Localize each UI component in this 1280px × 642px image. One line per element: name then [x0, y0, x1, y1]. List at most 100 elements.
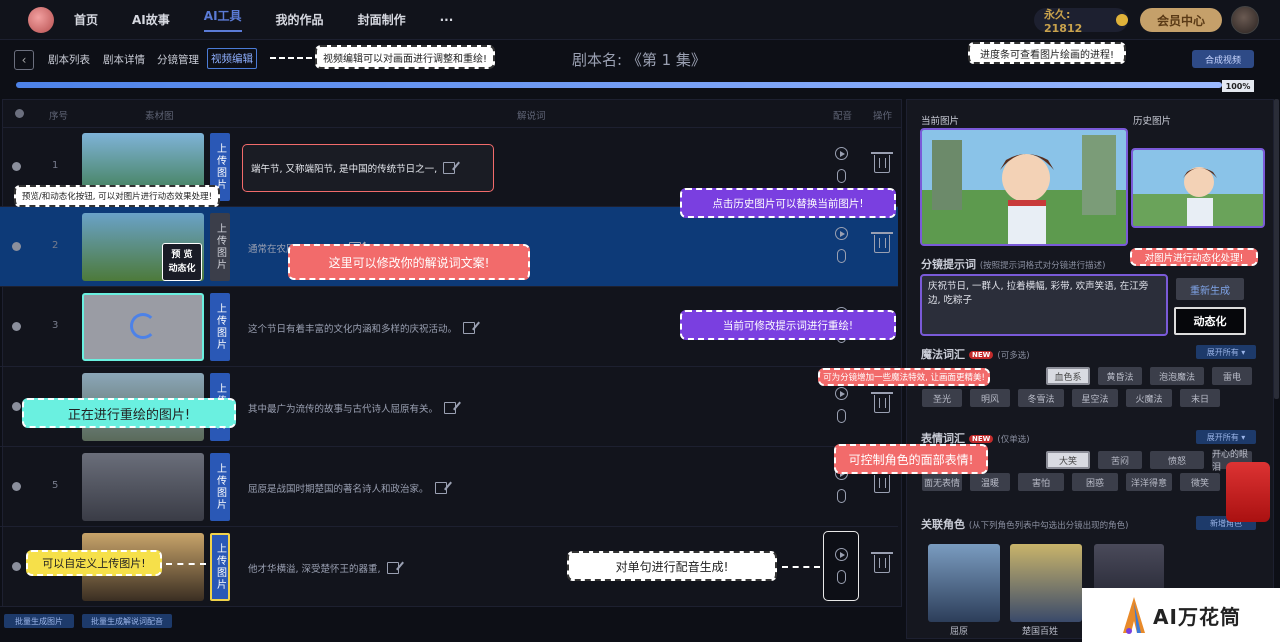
row-number: 5: [52, 480, 59, 491]
prompt-hint: (按照提示词格式对分镜进行描述): [979, 261, 1106, 271]
animate-button[interactable]: 动态化: [1174, 307, 1246, 335]
trash-icon[interactable]: [871, 232, 893, 253]
back-button[interactable]: ‹: [14, 50, 34, 70]
prompt-textarea[interactable]: 庆祝节日, 一群人, 拉着横幅, 彩带, 欢声笑语, 在江旁边, 吃粽子: [920, 274, 1168, 336]
note-animate-image: 对图片进行动态化处理!: [1130, 248, 1258, 266]
emotion-tag[interactable]: 面无表情: [922, 473, 962, 491]
new-badge: NEW: [969, 351, 994, 359]
points-badge: 永久: 21812: [1034, 8, 1128, 35]
batch-voice-button[interactable]: 批量生成解说词配音: [82, 614, 172, 628]
nav-my-works[interactable]: 我的作品: [276, 11, 324, 28]
row-radio[interactable]: [12, 242, 21, 251]
emotion-expand-button[interactable]: 展开所有 ▾: [1196, 430, 1256, 444]
narration-text: 其中最广为流传的故事与古代诗人屈原有关。: [248, 404, 439, 415]
nav-cover[interactable]: 封面制作: [358, 11, 406, 28]
emotion-tag[interactable]: 困惑: [1072, 473, 1118, 491]
narration-cell[interactable]: 屈原是战国时期楚国的著名诗人和政治家。: [248, 481, 447, 495]
tab-script-detail[interactable]: 剧本详情: [103, 52, 145, 67]
edit-icon[interactable]: [434, 482, 447, 494]
row-radio[interactable]: [12, 482, 21, 491]
app-logo[interactable]: [28, 6, 54, 33]
trash-icon[interactable]: [871, 152, 893, 173]
trash-icon[interactable]: [871, 392, 893, 413]
emotion-tag[interactable]: 洋洋得意: [1126, 473, 1172, 491]
scrollbar[interactable]: [1274, 99, 1279, 399]
emotion-tag[interactable]: 大笑: [1046, 451, 1090, 469]
magic-tag[interactable]: 雷电: [1212, 367, 1252, 385]
role-card-2[interactable]: [1010, 544, 1082, 622]
nav-home[interactable]: 首页: [74, 11, 98, 28]
trash-icon[interactable]: [871, 552, 893, 573]
tab-script-list[interactable]: 剧本列表: [48, 52, 90, 67]
tab-video-edit[interactable]: 视频编辑: [207, 48, 257, 69]
batch-image-button[interactable]: 批量生成图片: [4, 614, 74, 628]
emotion-tag[interactable]: 温暖: [970, 473, 1010, 491]
magic-tag[interactable]: 血色系: [1046, 367, 1090, 385]
note-single-voice: 对单句进行配音生成!: [567, 551, 777, 581]
emotion-tag[interactable]: 愤怒: [1150, 451, 1204, 469]
mic-icon[interactable]: [837, 409, 846, 423]
emotion-tag[interactable]: 苦闷: [1098, 451, 1142, 469]
prompt-title: 分镜提示词 (按照提示词格式对分镜进行描述): [921, 256, 1105, 272]
nav-ai-tools[interactable]: AI工具: [204, 7, 242, 32]
magic-tag[interactable]: 冬雪法: [1018, 389, 1064, 407]
progress-fill: [16, 82, 1222, 88]
emotion-tag[interactable]: 微笑: [1180, 473, 1220, 491]
narration-cell[interactable]: 端午节, 又称端阳节, 是中国的传统节日之一,: [242, 144, 494, 192]
upload-image-button[interactable]: 上传图片: [210, 533, 230, 601]
tab-storyboard[interactable]: 分镜管理: [157, 52, 199, 67]
upload-image-button[interactable]: 上传图片: [210, 453, 230, 521]
emotion-tag[interactable]: 害怕: [1018, 473, 1064, 491]
trash-icon[interactable]: [871, 472, 893, 493]
nav-more[interactable]: ···: [440, 13, 454, 27]
edit-icon[interactable]: [386, 562, 399, 574]
magic-tag[interactable]: 黄昏法: [1098, 367, 1142, 385]
edit-icon[interactable]: [443, 162, 456, 174]
role-name-1: 屈原: [950, 627, 969, 637]
play-icon[interactable]: [835, 227, 848, 240]
magic-tag[interactable]: 末日: [1180, 389, 1220, 407]
compose-video-button[interactable]: 合成视频: [1192, 50, 1254, 68]
narration-cell[interactable]: 其中最广为流传的故事与古代诗人屈原有关。: [248, 401, 457, 415]
mic-icon[interactable]: [837, 169, 846, 183]
row-radio[interactable]: [12, 562, 21, 571]
narration-cell[interactable]: 他才华横溢, 深受楚怀王的器重,: [248, 561, 399, 575]
upload-image-button[interactable]: 上传图片: [210, 213, 230, 281]
magic-expand-button[interactable]: 展开所有 ▾: [1196, 345, 1256, 359]
row-radio[interactable]: [12, 322, 21, 331]
edit-icon[interactable]: [463, 322, 476, 334]
select-all-radio[interactable]: [15, 109, 24, 118]
avatar[interactable]: [1231, 6, 1259, 34]
magic-tag[interactable]: 星空法: [1072, 389, 1118, 407]
loading-spinner-icon: [130, 313, 156, 339]
magic-hint: (可多选): [997, 351, 1030, 361]
magic-tag[interactable]: 泡泡魔法: [1150, 367, 1204, 385]
narration-cell[interactable]: 这个节日有着丰富的文化内涵和多样的庆祝活动。: [248, 321, 476, 335]
watermark-logo-icon: [1123, 597, 1146, 634]
red-envelope-icon[interactable]: [1226, 462, 1270, 522]
edit-icon[interactable]: [444, 402, 457, 414]
regenerate-button[interactable]: 重新生成: [1176, 278, 1244, 300]
mic-icon[interactable]: [837, 570, 846, 584]
mic-icon[interactable]: [837, 249, 846, 263]
row-radio[interactable]: [12, 402, 21, 411]
nav-ai-story[interactable]: AI故事: [132, 11, 170, 28]
magic-tag[interactable]: 明风: [970, 389, 1010, 407]
play-icon[interactable]: [835, 387, 848, 400]
row-thumbnail[interactable]: [82, 453, 204, 521]
table-row[interactable]: 5 上传图片 屈原是战国时期楚国的著名诗人和政治家。: [0, 447, 898, 527]
role-card-1[interactable]: [928, 544, 1000, 622]
history-image[interactable]: [1131, 148, 1265, 228]
mic-icon[interactable]: [837, 489, 846, 503]
preview-animate-overlay[interactable]: 预 览动态化: [162, 243, 202, 281]
role-name-2: 楚国百姓: [1022, 627, 1059, 637]
member-center-button[interactable]: 会员中心: [1140, 8, 1222, 32]
header-voice: 配音: [833, 111, 853, 122]
upload-image-button[interactable]: 上传图片: [210, 293, 230, 361]
play-icon[interactable]: [835, 548, 848, 561]
magic-tag[interactable]: 火魔法: [1126, 389, 1172, 407]
row-radio[interactable]: [12, 162, 21, 171]
magic-tag[interactable]: 圣光: [922, 389, 962, 407]
play-icon[interactable]: [835, 147, 848, 160]
arrow-video-edit: [270, 57, 312, 59]
